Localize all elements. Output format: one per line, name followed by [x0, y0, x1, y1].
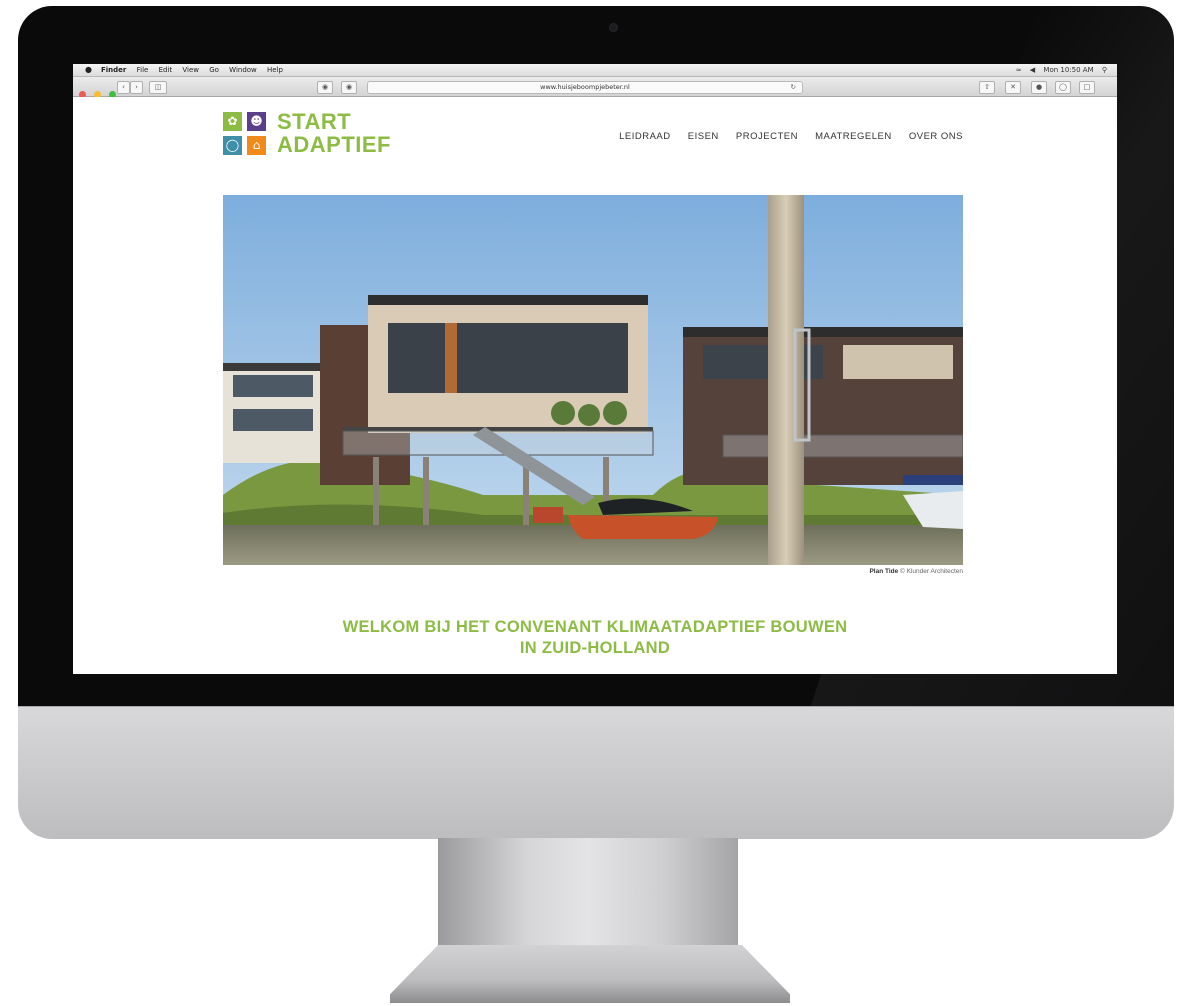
logo-wordmark: START ADAPTIEF — [277, 110, 391, 156]
bookmark-icon[interactable]: ✕ — [1005, 81, 1021, 94]
url-text: www.huisjeboompjebeter.nl — [540, 83, 630, 91]
menu-view[interactable]: View — [182, 66, 199, 74]
back-button[interactable]: ‹ — [117, 81, 130, 94]
menubar-status: ≈ ◀ Mon 10:50 AM ⚲ — [1010, 64, 1107, 76]
sidebar-toggle-icon[interactable]: ◫ — [149, 81, 167, 94]
search-icon[interactable]: ⚲ — [1102, 66, 1107, 74]
image-caption: Plan Tide © Klunder Architecten — [869, 568, 963, 575]
extension2-icon[interactable]: ● — [1031, 81, 1047, 94]
hero-image — [223, 195, 963, 565]
menu-window[interactable]: Window — [229, 66, 257, 74]
menu-finder[interactable]: Finder — [101, 66, 126, 74]
wifi-icon[interactable]: ≈ — [1016, 66, 1022, 74]
apple-icon[interactable]: ● — [85, 64, 92, 76]
privacy-icon[interactable]: ◉ — [317, 81, 333, 94]
leaf-icon: ✿ — [223, 112, 242, 131]
welcome-heading: WELKOM BIJ HET CONVENANT KLIMAATADAPTIEF… — [73, 617, 1117, 659]
menu-help[interactable]: Help — [267, 66, 283, 74]
menu-file[interactable]: File — [137, 66, 149, 74]
logo-line-1: START — [277, 109, 352, 134]
logo-line-2: ADAPTIEF — [277, 132, 391, 157]
nav-over-ons[interactable]: OVER ONS — [909, 131, 963, 142]
welcome-line-1: WELKOM BIJ HET CONVENANT KLIMAATADAPTIEF… — [342, 618, 848, 636]
nav-eisen[interactable]: EISEN — [688, 131, 719, 142]
house-icon: ⌂ — [247, 136, 266, 155]
caption-credit: © Klunder Architecten — [900, 568, 963, 575]
person-icon: ☻ — [247, 112, 266, 131]
website: ✿ ☻ ◯ ⌂ START ADAPTIEF LEIDRAAD EISEN PR… — [73, 97, 1117, 674]
forward-button[interactable]: › — [130, 81, 143, 94]
reload-icon[interactable]: ↻ — [791, 82, 796, 93]
share-icon[interactable]: ⇧ — [979, 81, 995, 94]
welcome-line-2: IN ZUID-HOLLAND — [519, 639, 671, 657]
volume-icon[interactable]: ◀ — [1030, 66, 1035, 74]
menu-go[interactable]: Go — [209, 66, 219, 74]
menu-edit[interactable]: Edit — [159, 66, 173, 74]
nav-projecten[interactable]: PROJECTEN — [736, 131, 798, 142]
camera — [609, 23, 618, 32]
extension-icon[interactable]: ◉ — [341, 81, 357, 94]
address-bar[interactable]: www.huisjeboompjebeter.nl ↻ — [367, 81, 803, 94]
clock[interactable]: Mon 10:50 AM — [1043, 66, 1093, 74]
hero-photo — [223, 195, 963, 565]
browser-toolbar: ‹ › ◫ ◉ ◉ www.huisjeboompjebeter.nl ↻ ⇧ … — [73, 77, 1117, 98]
nav-maatregelen[interactable]: MAATREGELEN — [815, 131, 892, 142]
imac-stand-foot — [390, 945, 790, 1003]
screen: ● Finder File Edit View Go Window Help ≈… — [73, 64, 1117, 674]
nav-leidraad[interactable]: LEIDRAAD — [619, 131, 671, 142]
downloads-icon[interactable]: ◯ — [1055, 81, 1071, 94]
main-navigation: LEIDRAAD EISEN PROJECTEN MAATREGELEN OVE… — [605, 131, 963, 142]
imac-stand — [438, 838, 738, 948]
imac-chin — [18, 706, 1174, 839]
caption-title: Plan Tide — [869, 568, 899, 575]
tabs-icon[interactable]: □ — [1079, 81, 1095, 94]
drop-icon: ◯ — [223, 136, 242, 155]
macos-menubar: ● Finder File Edit View Go Window Help ≈… — [73, 64, 1117, 77]
